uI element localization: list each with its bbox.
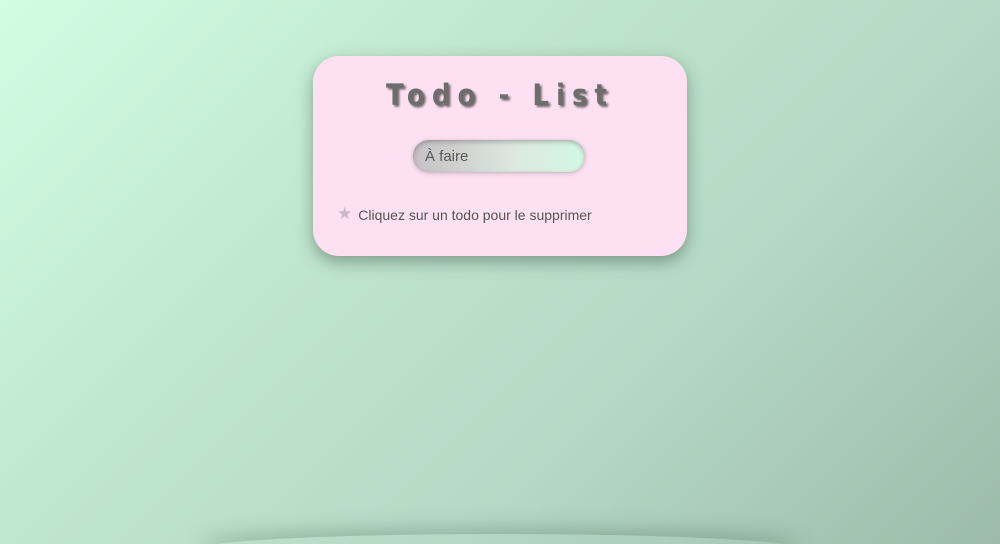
page-title: Todo - List [385, 78, 615, 112]
todo-input[interactable] [413, 140, 585, 172]
star-icon: ★ [337, 204, 353, 224]
bottom-shadow-decoration [200, 534, 800, 544]
todo-card: Todo - List ★ Cliquez sur un todo pour l… [313, 56, 687, 256]
hint-row: ★ Cliquez sur un todo pour le supprimer [337, 206, 592, 223]
hint-text: Cliquez sur un todo pour le supprimer [358, 206, 592, 223]
